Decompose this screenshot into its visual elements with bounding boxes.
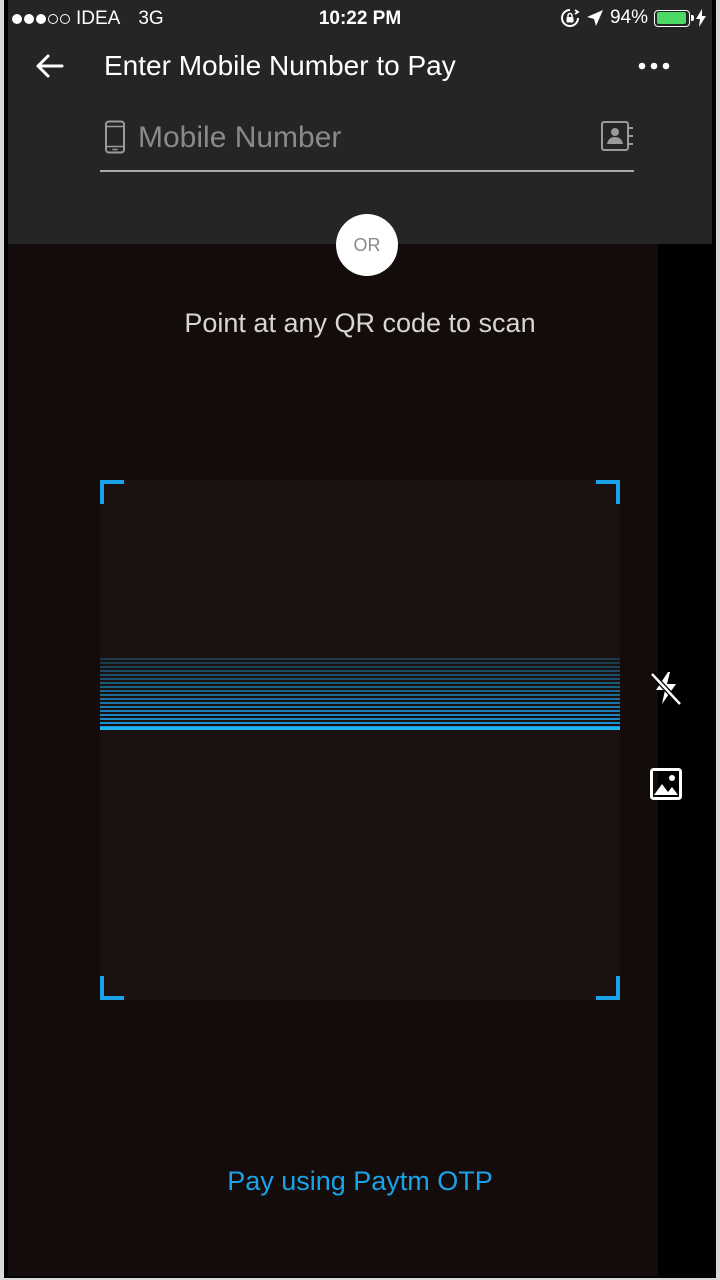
more-dots-icon — [638, 62, 670, 70]
device-screen: IDEA 3G 10:22 PM 94% Enter Mobile Number… — [0, 0, 720, 1280]
gallery-image-icon — [650, 768, 682, 800]
flash-toggle-button[interactable] — [648, 668, 684, 708]
orientation-lock-icon — [561, 9, 580, 27]
mobile-number-field — [100, 110, 634, 172]
phone-icon — [105, 120, 125, 154]
page-title: Enter Mobile Number to Pay — [104, 50, 456, 81]
contacts-book-icon — [601, 121, 633, 151]
charging-bolt-icon — [696, 9, 706, 27]
back-arrow-icon — [36, 54, 64, 78]
scan-corner-bottom-right — [596, 976, 620, 1000]
mobile-number-input[interactable] — [138, 118, 578, 158]
gallery-button[interactable] — [650, 768, 682, 800]
status-right: 94% — [560, 7, 706, 29]
or-divider-badge: OR — [336, 214, 398, 276]
battery-level — [656, 12, 686, 24]
location-arrow-icon — [586, 10, 603, 26]
camera-side-area — [658, 244, 712, 1276]
back-button[interactable] — [30, 46, 70, 86]
battery-percent: 94% — [609, 7, 648, 28]
scan-corner-top-right — [596, 480, 620, 504]
battery-icon — [654, 9, 694, 27]
scan-laser-edge — [100, 727, 620, 730]
pay-using-otp-link[interactable]: Pay using Paytm OTP — [8, 1166, 712, 1197]
more-options-button[interactable] — [634, 56, 674, 76]
flash-off-icon — [650, 672, 682, 706]
status-bar: IDEA 3G 10:22 PM 94% — [8, 0, 712, 40]
scan-corner-bottom-left — [100, 976, 124, 1000]
scan-laser-line — [100, 656, 620, 730]
scan-corner-top-left — [100, 480, 124, 504]
scan-instruction: Point at any QR code to scan — [184, 308, 536, 338]
contacts-button[interactable] — [600, 120, 634, 152]
qr-scan-frame — [100, 480, 620, 1000]
